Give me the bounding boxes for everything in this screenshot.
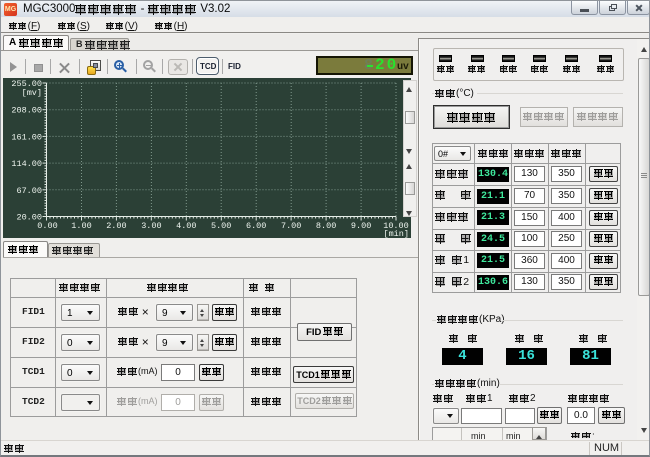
svg-text:2.00: 2.00 <box>106 221 126 231</box>
svg-text:1.00: 1.00 <box>71 221 91 231</box>
svg-text:6.00: 6.00 <box>246 221 266 231</box>
svg-text:208.00: 208.00 <box>11 106 42 116</box>
svg-text:0.00: 0.00 <box>37 221 57 231</box>
svg-text:161.00: 161.00 <box>11 132 42 142</box>
svg-text:3.00: 3.00 <box>141 221 161 231</box>
svg-text:[mv]: [mv] <box>22 88 42 98</box>
svg-text:5.00: 5.00 <box>211 221 231 231</box>
svg-text:9.00: 9.00 <box>351 221 371 231</box>
svg-text:[min]: [min] <box>383 229 409 238</box>
svg-text:67.00: 67.00 <box>16 186 42 196</box>
svg-text:7.00: 7.00 <box>281 221 301 231</box>
svg-text:114.00: 114.00 <box>11 159 42 169</box>
svg-text:8.00: 8.00 <box>316 221 336 231</box>
svg-text:4.00: 4.00 <box>176 221 196 231</box>
